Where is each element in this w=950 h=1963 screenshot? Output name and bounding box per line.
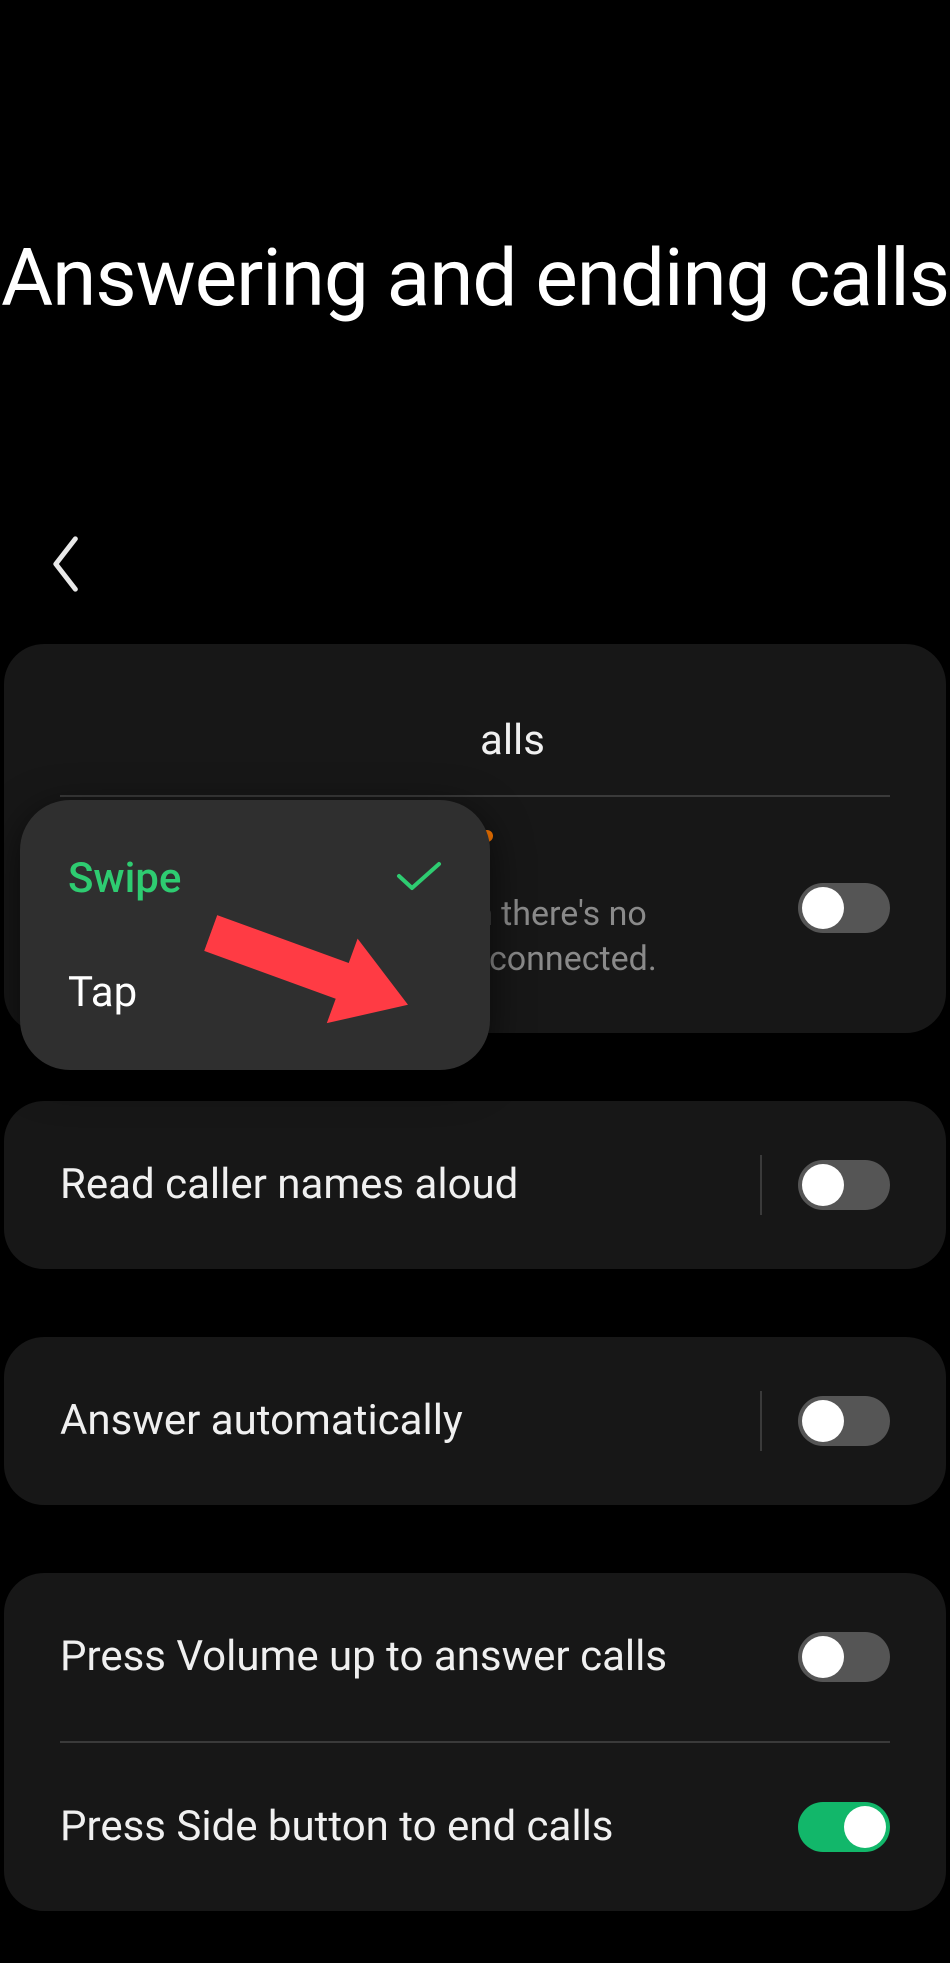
how-to-answer-label-suffix: alls <box>60 716 545 765</box>
divider-vertical <box>760 1155 762 1215</box>
side-button-end-toggle[interactable] <box>798 1802 890 1852</box>
read-caller-names-row[interactable]: Read caller names aloud <box>60 1101 890 1269</box>
answer-automatically-toggle[interactable] <box>798 1396 890 1446</box>
answer-automatically-title: Answer automatically <box>60 1395 463 1448</box>
page-title: Answering and ending calls <box>0 0 950 326</box>
divider-vertical <box>760 1391 762 1451</box>
read-caller-names-card: Read caller names aloud <box>4 1101 946 1269</box>
side-button-end-title: Press Side button to end calls <box>60 1801 614 1854</box>
answer-automatically-card: Answer automatically <box>4 1337 946 1505</box>
popup-option-swipe-label: Swipe <box>68 854 181 903</box>
check-icon <box>396 854 442 903</box>
volume-up-answer-toggle[interactable] <box>798 1632 890 1682</box>
volume-up-answer-row[interactable]: Press Volume up to answer calls <box>60 1573 890 1741</box>
answer-using-speaker-toggle[interactable] <box>798 883 890 933</box>
side-button-end-row[interactable]: Press Side button to end calls <box>60 1743 890 1911</box>
back-icon[interactable] <box>50 577 84 596</box>
how-to-answer-row[interactable]: alls <box>60 716 890 795</box>
popup-option-tap-label: Tap <box>68 968 137 1017</box>
hardware-buttons-card: Press Volume up to answer calls Press Si… <box>4 1573 946 1911</box>
read-caller-names-toggle[interactable] <box>798 1160 890 1210</box>
read-caller-names-title: Read caller names aloud <box>60 1159 518 1212</box>
answer-automatically-row[interactable]: Answer automatically <box>60 1337 890 1505</box>
volume-up-answer-title: Press Volume up to answer calls <box>60 1631 667 1684</box>
